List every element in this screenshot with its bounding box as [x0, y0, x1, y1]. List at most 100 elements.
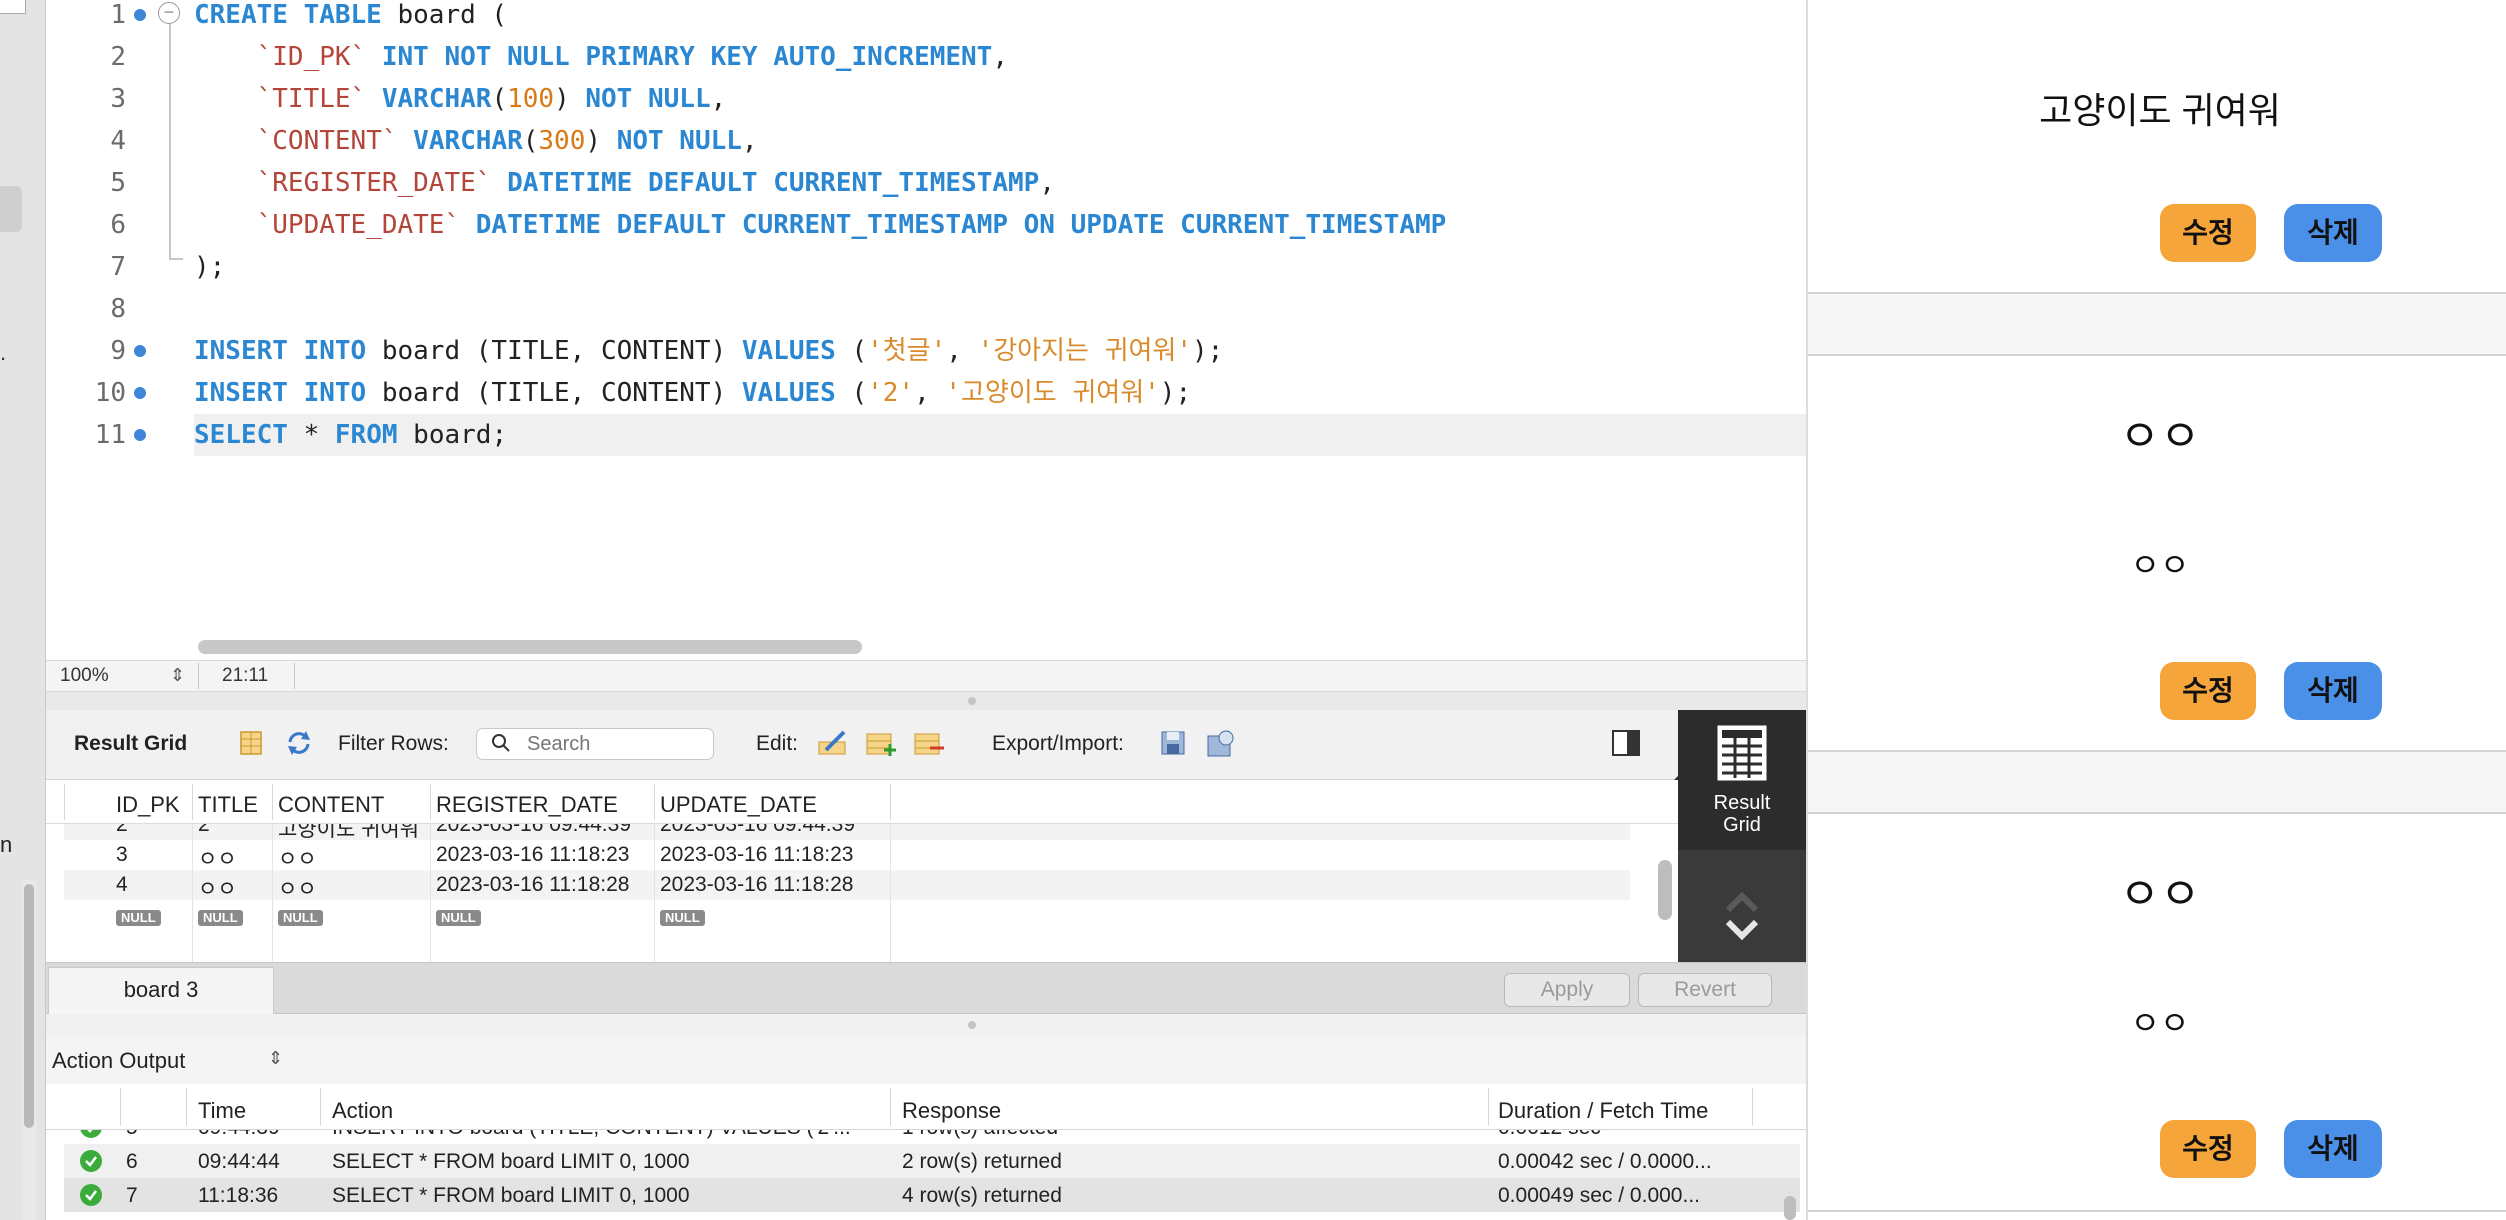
- editor-result-splitter[interactable]: [46, 692, 1806, 710]
- success-check-icon: [80, 1184, 102, 1206]
- apply-button[interactable]: Apply: [1504, 973, 1630, 1007]
- output-row[interactable]: 7 11:18:36 SELECT * FROM board LIMIT 0, …: [64, 1178, 1800, 1212]
- success-check-icon: [80, 1130, 102, 1138]
- left-sidebar-edge: . n: [0, 0, 46, 1220]
- statement-marker-dot[interactable]: [134, 429, 146, 441]
- line-number: 6: [110, 210, 126, 240]
- result-grid[interactable]: ID_PK TITLE CONTENT REGISTER_DATE UPDATE…: [46, 780, 1678, 962]
- edit-button[interactable]: 수정: [2160, 662, 2256, 720]
- cell-register-date[interactable]: 2023-03-16 11:18:28: [436, 873, 629, 897]
- result-grid-view-button[interactable]: Result Grid: [1678, 710, 1806, 850]
- output-row[interactable]: 6 09:44:44 SELECT * FROM board LIMIT 0, …: [64, 1144, 1800, 1178]
- fold-guide-end: [169, 258, 183, 260]
- statement-marker-dot[interactable]: [134, 387, 146, 399]
- sidebar-edge-tab[interactable]: [0, 186, 22, 232]
- cell-id-pk[interactable]: 3: [116, 843, 128, 867]
- output-time: 11:18:36: [198, 1184, 279, 1207]
- result-grid-icon: [1717, 725, 1767, 781]
- zoom-level[interactable]: 100%: [60, 665, 109, 687]
- refresh-icon[interactable]: [282, 728, 316, 758]
- sidebar-edge-box: [0, 0, 26, 14]
- statement-marker-dot[interactable]: [134, 9, 146, 21]
- cell-register-date[interactable]: 2023-03-16 11:18:23: [436, 843, 629, 867]
- success-check-icon: [80, 1150, 102, 1172]
- zoom-stepper-icon[interactable]: ⇕: [170, 665, 185, 686]
- code-line-9: INSERT INTO board (TITLE, CONTENT) VALUE…: [194, 336, 1224, 366]
- cell-update-date[interactable]: 2023-03-16 11:18:28: [660, 873, 853, 897]
- line-number: 4: [110, 126, 126, 156]
- revert-button[interactable]: Revert: [1638, 973, 1772, 1007]
- output-scrollbar[interactable]: [1784, 1196, 1796, 1220]
- delete-row-icon[interactable]: [912, 728, 946, 758]
- output-splitter[interactable]: [46, 1014, 1806, 1036]
- delete-button[interactable]: 삭제: [2284, 662, 2382, 720]
- tab-board-3[interactable]: board 3: [48, 967, 274, 1015]
- grid-columns-icon[interactable]: [234, 728, 268, 758]
- editor-status-bar: 100% ⇕ 21:11: [46, 660, 1806, 692]
- line-number: 8: [110, 294, 126, 324]
- code-line-3: `TITLE` VARCHAR(100) NOT NULL,: [256, 84, 727, 114]
- filter-rows-search[interactable]: [476, 728, 714, 760]
- result-tab-bar: board 3 Apply Revert: [46, 962, 1806, 1015]
- column-divider: [272, 824, 273, 962]
- search-input[interactable]: [527, 732, 707, 756]
- fold-toggle-icon[interactable]: −: [158, 2, 180, 24]
- delete-button[interactable]: 삭제: [2284, 204, 2382, 262]
- output-column-time[interactable]: Time: [198, 1098, 246, 1124]
- action-output-selector[interactable]: Action Output: [52, 1048, 185, 1074]
- result-grid-scrollbar[interactable]: [1658, 860, 1672, 920]
- column-header-register-date[interactable]: REGISTER_DATE: [436, 792, 618, 818]
- line-number: 7: [110, 252, 126, 282]
- column-divider: [890, 1088, 891, 1126]
- edit-row-icon[interactable]: [816, 728, 850, 758]
- output-column-action[interactable]: Action: [332, 1098, 393, 1124]
- splitter-handle[interactable]: [968, 1021, 976, 1029]
- insert-row-icon[interactable]: [864, 728, 898, 758]
- more-views-chevron-icon[interactable]: [1718, 888, 1766, 944]
- toggle-sidebar-icon[interactable]: [1608, 728, 1642, 758]
- table-row[interactable]: 3 ㅇㅇ ㅇㅇ 2023-03-16 11:18:23 2023-03-16 1…: [64, 840, 1630, 873]
- edit-button[interactable]: 수정: [2160, 1120, 2256, 1178]
- column-header-title[interactable]: TITLE: [198, 792, 258, 818]
- code-line-1: CREATE TABLE board (: [194, 0, 508, 30]
- import-icon[interactable]: [1204, 728, 1238, 758]
- cell-title[interactable]: ㅇㅇ: [198, 873, 237, 903]
- cell-title[interactable]: 2: [198, 824, 210, 837]
- statement-marker-dot[interactable]: [134, 345, 146, 357]
- edit-button[interactable]: 수정: [2160, 204, 2256, 262]
- result-grid-title: Result Grid: [74, 732, 188, 755]
- column-header-content[interactable]: CONTENT: [278, 792, 384, 818]
- sidebar-edge-letter: n: [0, 832, 13, 857]
- table-row[interactable]: 2 2 고양이도 귀여워 2023-03-16 09:44:39 2023-03…: [64, 824, 1630, 840]
- table-row[interactable]: 4 ㅇㅇ ㅇㅇ 2023-03-16 11:18:28 2023-03-16 1…: [64, 870, 1630, 903]
- code-line-10: INSERT INTO board (TITLE, CONTENT) VALUE…: [194, 378, 1192, 408]
- cell-id-pk[interactable]: 4: [116, 873, 128, 897]
- line-number: 10: [94, 378, 126, 408]
- column-divider: [192, 824, 193, 962]
- splitter-handle[interactable]: [968, 697, 976, 705]
- output-row-number: 7: [126, 1184, 138, 1207]
- output-column-response[interactable]: Response: [902, 1098, 1001, 1124]
- code-line-7: );: [194, 252, 226, 282]
- column-header-update-date[interactable]: UPDATE_DATE: [660, 792, 817, 818]
- cell-register-date[interactable]: 2023-03-16 09:44:39: [436, 824, 631, 837]
- output-row[interactable]: 5 09:44:39 INSERT INTO board (TITLE, CON…: [64, 1130, 1800, 1144]
- sidebar-scrollbar-thumb[interactable]: [24, 884, 34, 1128]
- cell-content[interactable]: ㅇㅇ: [278, 843, 317, 873]
- cell-title[interactable]: ㅇㅇ: [198, 843, 237, 873]
- cell-content[interactable]: ㅇㅇ: [278, 873, 317, 903]
- cell-id-pk[interactable]: 2: [116, 824, 128, 837]
- column-header-id-pk[interactable]: ID_PK: [116, 792, 180, 818]
- output-row-number: 5: [126, 1130, 138, 1140]
- new-row-placeholder[interactable]: NULL NULL NULL NULL NULL: [64, 900, 1630, 926]
- cell-update-date[interactable]: 2023-03-16 09:44:39: [660, 824, 855, 837]
- cell-content[interactable]: 고양이도 귀여워: [278, 824, 419, 840]
- delete-button[interactable]: 삭제: [2284, 1120, 2382, 1178]
- chevron-updown-icon[interactable]: ⇕: [268, 1048, 283, 1069]
- sql-editor[interactable]: 1 2 3 4 5 6 7 8 9 10 11 − CREATE TABLE b…: [46, 0, 1824, 660]
- post-gap: [1808, 294, 2506, 354]
- output-column-duration[interactable]: Duration / Fetch Time: [1498, 1098, 1708, 1124]
- editor-horizontal-scrollbar[interactable]: [198, 640, 862, 654]
- export-icon[interactable]: [1158, 728, 1192, 758]
- cell-update-date[interactable]: 2023-03-16 11:18:23: [660, 843, 853, 867]
